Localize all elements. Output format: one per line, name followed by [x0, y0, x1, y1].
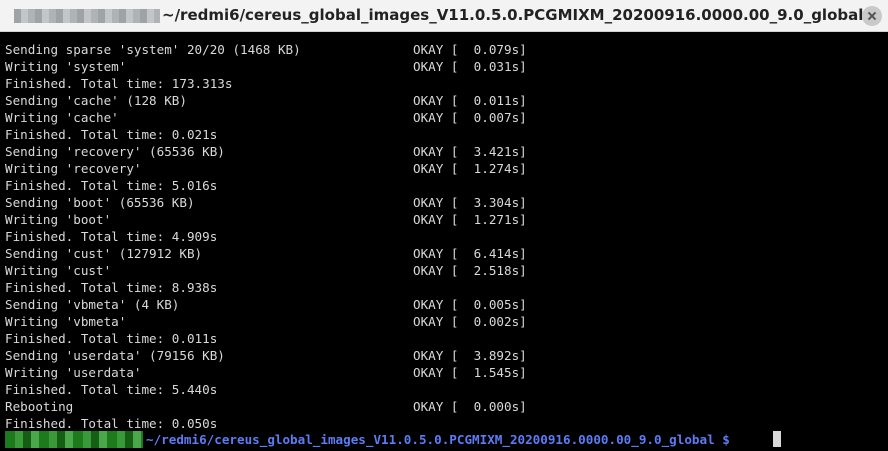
- terminal-line: Writing 'system': [5, 59, 127, 74]
- terminal-line: Writing 'vbmeta': [5, 314, 127, 329]
- terminal-line: Sending 'boot' (65536 KB): [5, 195, 195, 210]
- redacted-hostname: [14, 9, 160, 23]
- terminal-line: Writing 'cache': [5, 110, 119, 125]
- status-okay: OKAY [ 3.892s]: [413, 348, 527, 363]
- prompt-path: ~/redmi6/cereus_global_images_V11.0.5.0.…: [146, 432, 730, 447]
- terminal-line: Sending 'vbmeta' (4 KB): [5, 297, 180, 312]
- terminal-line: Finished. Total time: 5.016s: [5, 178, 218, 193]
- status-okay: OKAY [ 0.002s]: [413, 314, 527, 329]
- text-cursor: [773, 431, 781, 447]
- terminal-line: Finished. Total time: 0.021s: [5, 127, 218, 142]
- status-okay: OKAY [ 0.005s]: [413, 297, 527, 312]
- status-okay: OKAY [ 2.518s]: [413, 263, 527, 278]
- terminal-line: Finished. Total time: 173.313s: [5, 76, 233, 91]
- terminal-line: Writing 'cust': [5, 263, 112, 278]
- terminal-output[interactable]: Sending sparse 'system' 20/20 (1468 KB) O…: [0, 32, 888, 451]
- status-okay: OKAY [ 3.421s]: [413, 144, 527, 159]
- status-okay: OKAY [ 0.031s]: [413, 59, 527, 74]
- status-okay: OKAY [ 1.271s]: [413, 212, 527, 227]
- terminal-line: Sending 'cache' (128 KB): [5, 93, 187, 108]
- terminal-line: Sending 'recovery' (65536 KB): [5, 144, 225, 159]
- terminal-line: Finished. Total time: 8.938s: [5, 280, 218, 295]
- terminal-line: Writing 'recovery': [5, 161, 142, 176]
- terminal-line: Rebooting: [5, 399, 74, 414]
- status-okay: OKAY [ 1.545s]: [413, 365, 527, 380]
- terminal-line: Finished. Total time: 4.909s: [5, 229, 218, 244]
- window-title: ~/redmi6/cereus_global_images_V11.0.5.0.…: [162, 6, 864, 24]
- status-okay: OKAY [ 1.274s]: [413, 161, 527, 176]
- status-okay: OKAY [ 0.007s]: [413, 110, 527, 125]
- terminal-line: Sending 'userdata' (79156 KB): [5, 348, 225, 363]
- status-okay: OKAY [ 0.079s]: [413, 42, 527, 57]
- terminal-line: Finished. Total time: 5.440s: [5, 382, 218, 397]
- terminal-line: Sending sparse 'system' 20/20 (1468 KB): [5, 42, 301, 57]
- status-okay: OKAY [ 0.000s]: [413, 399, 527, 414]
- terminal-line: Writing 'userdata': [5, 365, 142, 380]
- window-titlebar[interactable]: ~/redmi6/cereus_global_images_V11.0.5.0.…: [0, 0, 888, 32]
- status-okay: OKAY [ 6.414s]: [413, 246, 527, 261]
- terminal-line: Finished. Total time: 0.011s: [5, 331, 218, 346]
- status-okay: OKAY [ 0.011s]: [413, 93, 527, 108]
- close-icon[interactable]: [862, 6, 882, 26]
- status-okay: OKAY [ 3.304s]: [413, 195, 527, 210]
- redacted-user-host: [5, 431, 143, 448]
- terminal-line: Sending 'cust' (127912 KB): [5, 246, 203, 261]
- terminal-line: Finished. Total time: 0.050s: [5, 416, 218, 431]
- terminal-line: Writing 'boot': [5, 212, 112, 227]
